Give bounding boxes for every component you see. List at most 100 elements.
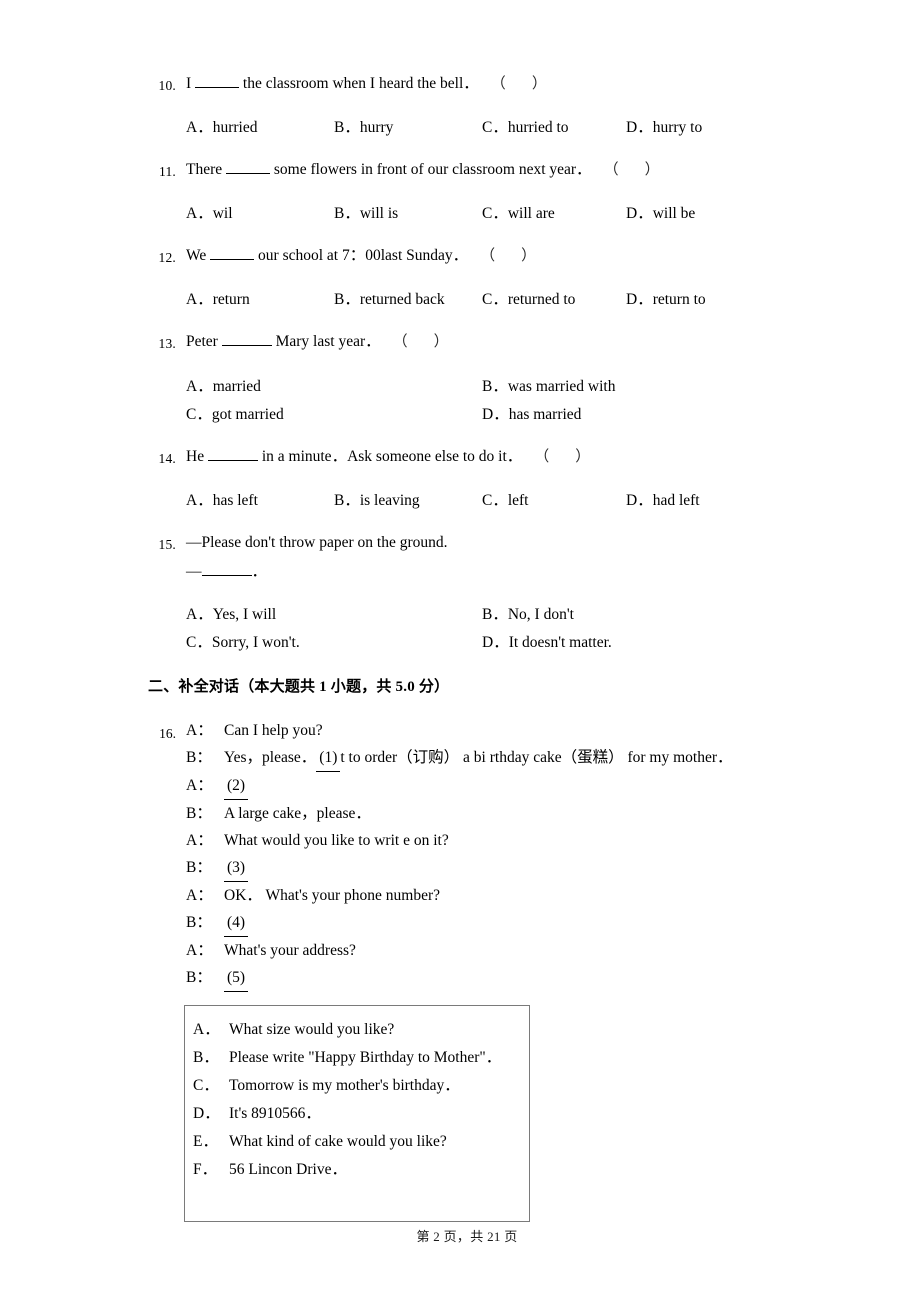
choice-item[interactable]: E． What kind of cake would you like? xyxy=(193,1128,523,1156)
dialogue-line: A： What's your address? xyxy=(150,937,890,964)
question-12-options: A．return B．returned back C．returned to D… xyxy=(150,289,890,311)
option-b[interactable]: B．was married with xyxy=(482,376,615,397)
option-d[interactable]: D．return to xyxy=(626,289,706,310)
dialogue-blank-3[interactable]: (3) xyxy=(224,854,249,882)
option-a[interactable]: A．hurried xyxy=(186,117,257,138)
dialogue-speaker: A： xyxy=(186,942,213,959)
choice-item[interactable]: C． Tomorrow is my mother's birthday． xyxy=(193,1072,523,1100)
answer-bracket: （） xyxy=(392,334,449,350)
question-13: 13. Peter Mary last year．（） xyxy=(150,332,890,352)
option-d[interactable]: D．will be xyxy=(626,203,695,224)
choice-label: F． xyxy=(193,1161,218,1178)
option-c[interactable]: C．returned to xyxy=(482,289,575,310)
choice-label: E． xyxy=(193,1133,218,1150)
dialogue-line: A： (2) xyxy=(150,772,890,800)
option-c[interactable]: C．got married xyxy=(186,404,284,425)
question-stem: 10. I the classroom when I heard the bel… xyxy=(150,74,890,94)
dialogue-speaker: B： xyxy=(186,969,212,986)
option-c[interactable]: C．left xyxy=(482,490,529,511)
option-d[interactable]: D．hurry to xyxy=(626,117,702,138)
question-stem: 13. Peter Mary last year．（） xyxy=(150,332,890,352)
answer-blank xyxy=(210,246,255,260)
question-text: Peter Mary last year．（） xyxy=(186,332,449,350)
dialogue-line: A： OK． What's your phone number? xyxy=(150,882,890,909)
dialogue-blank-4[interactable]: (4) xyxy=(224,909,249,937)
option-b[interactable]: B．is leaving xyxy=(334,490,420,511)
dialogue-speaker: A： xyxy=(186,832,213,849)
dialogue-speaker: B： xyxy=(186,914,212,931)
question-text: —Please don't throw paper on the ground. xyxy=(186,534,448,551)
dialogue-text: Yes，please． (1) t to order（订购） a bi rthd… xyxy=(224,744,733,772)
question-number: 16. xyxy=(159,726,176,741)
question-number: 12. xyxy=(158,250,176,265)
dialogue-line: B： (4) xyxy=(150,909,890,937)
dialogue-speaker: B： xyxy=(186,805,212,822)
dialogue-text: Can I help you? xyxy=(224,722,323,739)
answer-blank xyxy=(207,447,258,461)
option-b[interactable]: B．No, I don't xyxy=(482,604,574,625)
choice-item[interactable]: F． 56 Lincon Drive． xyxy=(193,1156,523,1184)
option-c[interactable]: C．Sorry, I won't. xyxy=(186,632,300,653)
question-15: 15. —Please don't throw paper on the gro… xyxy=(150,533,890,553)
question-text: We our school at 7：00last Sunday．（） xyxy=(186,246,537,264)
dialogue-line: B： (3) xyxy=(150,854,890,882)
dialogue-blank-2[interactable]: (2) xyxy=(224,772,249,800)
page-footer: 第 2 页，共 21 页 xyxy=(0,1226,920,1245)
option-d[interactable]: D．It doesn't matter. xyxy=(482,632,612,653)
question-12: 12. We our school at 7：00last Sunday．（） xyxy=(150,246,890,266)
dialogue-text: A large cake，please． xyxy=(224,805,371,822)
dialogue-text: What would you like to writ e on it? xyxy=(224,832,449,849)
answer-bracket: （） xyxy=(480,248,537,264)
dialogue-speaker: B： xyxy=(186,859,212,876)
answer-blank xyxy=(201,562,252,576)
question-text-line2: — ． xyxy=(186,562,268,580)
question-number: 10. xyxy=(158,78,176,93)
question-16-dialogue: 16. A： Can I help you? B： Yes，please． (1) … xyxy=(150,717,890,992)
answer-bracket: （） xyxy=(490,76,547,92)
choice-text: 56 Lincon Drive． xyxy=(229,1161,347,1178)
dialogue-speaker: A： xyxy=(186,887,213,904)
answer-bracket: （） xyxy=(534,449,591,465)
question-14-options: A．has left B．is leaving C．left D．had lef… xyxy=(150,490,890,512)
option-b[interactable]: B．will is xyxy=(334,203,398,224)
option-a[interactable]: A．wil xyxy=(186,203,233,224)
choice-item[interactable]: B． Please write "Happy Birthday to Mother… xyxy=(193,1044,523,1072)
choice-text: It's 8910566． xyxy=(229,1105,321,1122)
choice-text: What kind of cake would you like? xyxy=(229,1133,447,1150)
option-c[interactable]: C．hurried to xyxy=(482,117,569,138)
answer-blank xyxy=(195,74,240,88)
question-13-options: A．married B．was married with C．got marri… xyxy=(150,376,890,426)
section-heading-2: 二、补全对话（本大题共 1 小题，共 5.0 分） xyxy=(148,679,450,695)
answer-bracket: （） xyxy=(603,162,660,178)
dialogue-blank-1[interactable]: (1) xyxy=(316,744,341,772)
choice-text: What size would you like? xyxy=(229,1021,395,1038)
question-15-options: A．Yes, I will B．No, I don't C．Sorry, I w… xyxy=(150,604,890,654)
option-a[interactable]: A．Yes, I will xyxy=(186,604,276,625)
answer-blank xyxy=(226,160,271,174)
page-number-text: 第 2 页，共 21 页 xyxy=(416,1229,518,1244)
dialogue-line: A： What would you like to writ e on it? xyxy=(150,827,890,854)
option-a[interactable]: A．has left xyxy=(186,490,258,511)
dialogue-text: What's your address? xyxy=(224,942,356,959)
question-number: 13. xyxy=(158,336,176,351)
question-text: I the classroom when I heard the bell．（） xyxy=(186,74,547,92)
option-d[interactable]: D．had left xyxy=(626,490,700,511)
option-d[interactable]: D．has married xyxy=(482,404,581,425)
option-a[interactable]: A．return xyxy=(186,289,250,310)
answer-blank xyxy=(221,332,272,346)
choice-label: B． xyxy=(193,1049,219,1066)
choice-item[interactable]: D． It's 8910566． xyxy=(193,1100,523,1128)
question-10: 10. I the classroom when I heard the bel… xyxy=(150,74,890,94)
exam-page: 10. I the classroom when I heard the bel… xyxy=(0,0,920,1302)
option-b[interactable]: B．returned back xyxy=(334,289,445,310)
dialogue-text: OK． What's your phone number? xyxy=(224,887,441,904)
choice-item[interactable]: A． What size would you like? xyxy=(193,1016,523,1044)
option-a[interactable]: A．married xyxy=(186,376,261,397)
dialogue-line: B： (5) xyxy=(150,964,890,992)
question-text: There some flowers in front of our class… xyxy=(186,160,660,178)
dialogue-blank-5[interactable]: (5) xyxy=(224,964,249,992)
option-c[interactable]: C．will are xyxy=(482,203,555,224)
question-stem-line1: 15. —Please don't throw paper on the gro… xyxy=(150,533,890,553)
dialogue-line: B： Yes，please． (1) t to order（订购） a bi rt… xyxy=(150,744,890,772)
option-b[interactable]: B．hurry xyxy=(334,117,393,138)
